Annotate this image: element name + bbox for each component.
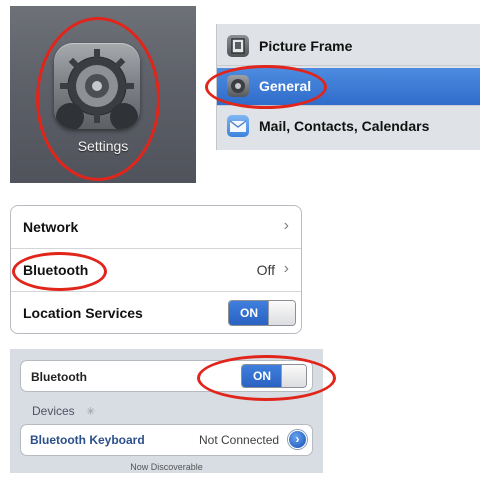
highlight-circle-bluetooth	[12, 252, 107, 291]
discoverable-footer: Now Discoverable	[130, 462, 203, 472]
device-status: Not Connected	[199, 433, 280, 447]
detail-disclosure-icon[interactable]: ›	[288, 430, 307, 449]
sidebar-item-picture-frame[interactable]: Picture Frame	[217, 28, 480, 66]
settings-row-location-services[interactable]: Location Services ON	[11, 292, 301, 334]
highlight-circle-settings	[36, 17, 160, 181]
row-value: Off	[256, 262, 275, 278]
picture-frame-icon	[227, 35, 249, 57]
switch-knob	[268, 301, 295, 325]
highlight-circle-bluetooth-switch	[197, 355, 336, 401]
devices-header: Devices ✳	[32, 404, 95, 418]
sidebar-item-mail-contacts-calendars[interactable]: Mail, Contacts, Calendars	[217, 108, 480, 145]
sidebar-item-label: Picture Frame	[259, 38, 353, 54]
sidebar-item-label: Mail, Contacts, Calendars	[259, 118, 430, 134]
chevron-right-icon: ›	[283, 260, 289, 277]
switch-on-label: ON	[229, 301, 269, 325]
loading-spinner-icon: ✳	[86, 406, 96, 418]
bluetooth-label: Bluetooth	[31, 370, 87, 384]
mail-icon	[227, 115, 249, 137]
settings-row-network[interactable]: Network ›	[11, 206, 301, 249]
chevron-right-icon: ›	[283, 217, 289, 234]
devices-header-label: Devices	[32, 404, 75, 418]
highlight-circle-general	[205, 65, 327, 109]
row-label: Network	[23, 219, 79, 235]
device-name: Bluetooth Keyboard	[30, 433, 145, 447]
location-services-switch[interactable]: ON	[228, 300, 296, 326]
row-label: Location Services	[23, 305, 143, 321]
